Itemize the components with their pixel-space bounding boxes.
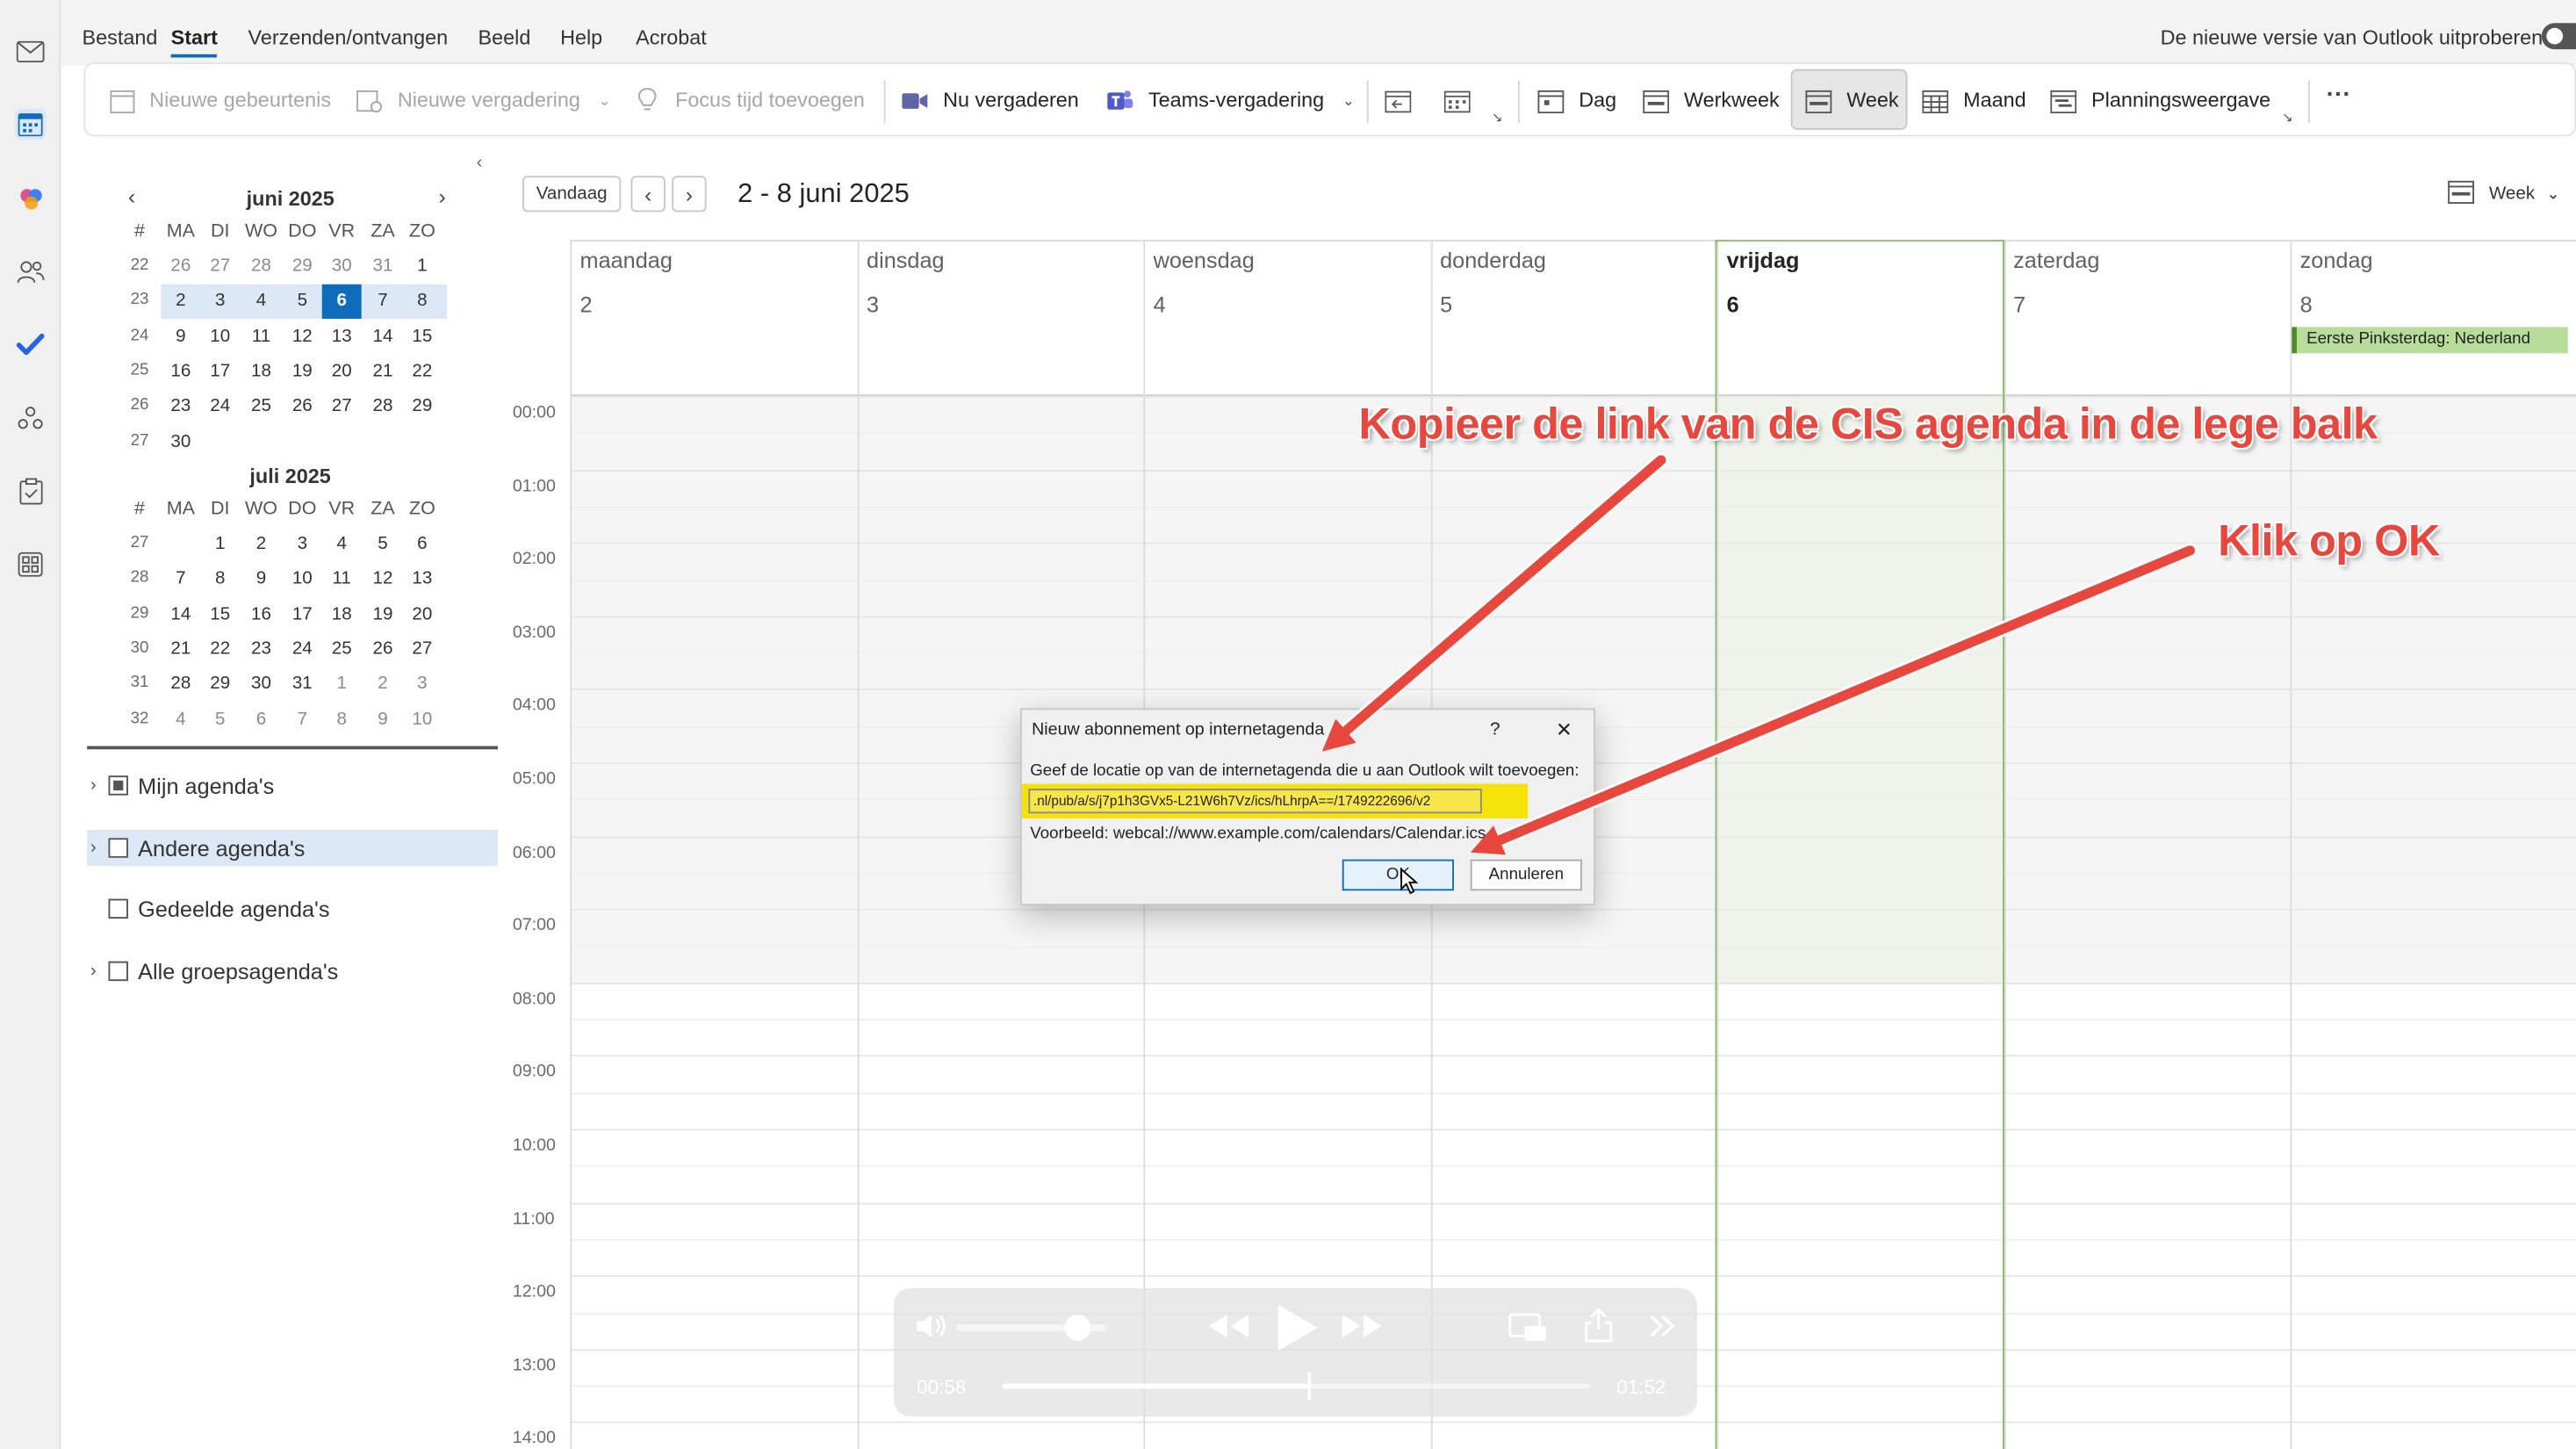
annotation-copy-link: Kopieer de link van de CIS agenda in de … (1357, 399, 2378, 450)
progress-track[interactable] (1002, 1372, 1591, 1401)
arrow-to-ok (1471, 545, 2195, 855)
arrow-to-url (1321, 455, 1666, 752)
more-chevrons-icon[interactable] (1648, 1313, 1678, 1347)
video-player: 00:58 01:52 (893, 1288, 1697, 1417)
volume-slider[interactable] (956, 1314, 1108, 1341)
share-icon[interactable] (1584, 1308, 1614, 1351)
rewind-icon[interactable] (1207, 1313, 1250, 1347)
annotation-arrows (1321, 452, 2198, 855)
picture-in-picture-icon[interactable] (1508, 1313, 1548, 1351)
play-icon[interactable] (1277, 1303, 1320, 1360)
elapsed-time: 00:58 (917, 1375, 967, 1399)
volume-icon[interactable] (915, 1313, 947, 1347)
total-time: 01:52 (1616, 1375, 1666, 1399)
annotation-click-ok: Klik op OK (2217, 515, 2441, 566)
fast-forward-icon[interactable] (1341, 1313, 1384, 1347)
outlook-window: Bestand Start Verzenden/ontvangen Beeld … (0, 0, 2576, 1449)
